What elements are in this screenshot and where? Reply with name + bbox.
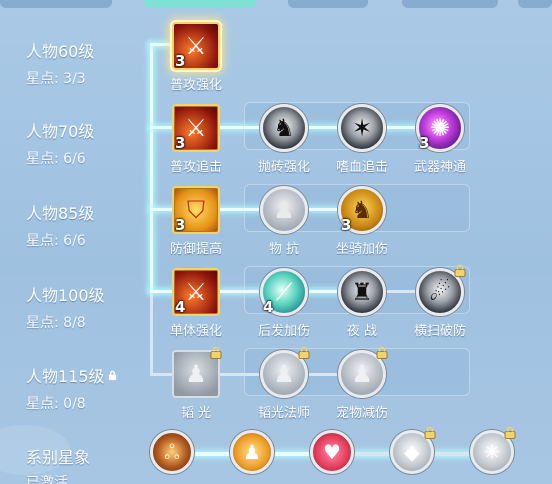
lock-icon — [210, 346, 222, 359]
level-stars: 星点: 6/6 — [26, 233, 86, 249]
skill-count: 3 — [175, 52, 186, 70]
skill-label: 普攻强化 — [169, 78, 222, 93]
figure-glyph: ♟ — [243, 440, 261, 464]
skill-tao-guang[interactable]: ♟ 韬 光 — [157, 346, 235, 421]
skill-physical-resist[interactable]: ♟ 物 抗 — [245, 186, 323, 257]
level-100: 人物100级 星点: 8/8 — [26, 282, 105, 332]
level-title-text: 人物115级 — [26, 367, 105, 386]
skill-label: 武器神通 — [413, 160, 466, 175]
level-stars: 星点: 3/3 — [26, 71, 86, 87]
skill-mount-damage[interactable]: ♞ 3 坐骑加伤 — [323, 186, 401, 257]
skill-pet-damage-reduction[interactable]: ♟ 宠物减伤 — [323, 346, 401, 421]
skill-brick-enhance[interactable]: ♞ 抛砖强化 — [245, 104, 323, 175]
skill-counter-damage[interactable]: ⟋ 4 后发加伤 — [245, 268, 323, 339]
warrior-silhouette-icon: ♞ — [260, 104, 308, 152]
figure-icon: ♟ — [260, 186, 308, 234]
series-node-1[interactable]: ஃ — [150, 430, 194, 474]
lock-icon — [504, 426, 516, 439]
tab-1[interactable] — [0, 0, 112, 8]
heart-icon: ♥ — [310, 430, 354, 474]
warrior-glyph: ♞ — [273, 114, 295, 142]
lock-icon — [424, 426, 436, 439]
series-status: 已激活 — [26, 475, 68, 484]
skill-label: 坐骑加伤 — [335, 242, 388, 257]
skill-sweep-break[interactable]: ☄ 横扫破防 — [401, 264, 479, 339]
skill-weapon-mastery[interactable]: ✺ 3 武器神通 — [401, 104, 479, 175]
tab-3[interactable] — [288, 0, 368, 8]
tab-4[interactable] — [402, 0, 498, 8]
tree-trunk-line-locked — [150, 292, 153, 374]
skill-count: 4 — [263, 298, 274, 316]
series-node-4[interactable]: ◆ — [390, 426, 436, 474]
lock-icon — [376, 346, 388, 359]
series-node-3[interactable]: ♥ — [310, 430, 354, 474]
level-stars: 星点: 8/8 — [26, 315, 86, 331]
skill-label: 抛砖强化 — [257, 160, 310, 175]
skill-label: 韬 光 — [180, 406, 212, 421]
skill-single-target-enhance[interactable]: ⚔ 4 单体强化 — [157, 268, 235, 339]
skill-label: 普攻追击 — [169, 160, 222, 175]
series-row: ஃ ♟ ♥ ◆ ✳ — [146, 426, 526, 478]
skill-count: 3 — [419, 134, 430, 152]
skill-tao-guang-mage[interactable]: ♟ 韬光法师 — [245, 346, 323, 421]
level-115: 人物115级 星点: 0/8 — [26, 363, 118, 413]
skill-count: 3 — [175, 216, 186, 234]
skill-label: 横扫破防 — [413, 324, 466, 339]
skill-night-battle[interactable]: ♜ 夜 战 — [323, 268, 401, 339]
skill-bloodthirst-chase[interactable]: ✶ 嗜血追击 — [323, 104, 401, 175]
tab-5[interactable] — [518, 0, 552, 8]
series-node-5[interactable]: ✳ — [470, 426, 516, 474]
skill-label: 防御提高 — [169, 242, 222, 257]
skill-label: 韬光法师 — [257, 406, 310, 421]
warrior-glyph: ♜ — [351, 278, 373, 306]
level-85: 人物85级 星点: 6/6 — [26, 200, 94, 250]
level-60: 人物60级 星点: 3/3 — [26, 38, 94, 88]
rune-glyph: ஃ — [164, 440, 180, 464]
skill-label: 夜 战 — [346, 324, 378, 339]
lock-icon — [108, 370, 116, 381]
dark-warrior-icon: ♜ — [338, 268, 386, 316]
level-title: 人物100级 — [26, 286, 105, 305]
level-title: 人物115级 — [26, 363, 118, 387]
skill-normal-attack-chase[interactable]: ⚔ 3 普攻追击 — [157, 104, 235, 175]
level-70: 人物70级 星点: 6/6 — [26, 118, 94, 168]
level-stars: 星点: 6/6 — [26, 151, 86, 167]
claw-icon: ✶ — [338, 104, 386, 152]
skill-label: 宠物减伤 — [335, 406, 388, 421]
level-stars: 星点: 0/8 — [26, 396, 86, 412]
lock-icon — [454, 264, 466, 277]
skill-count: 3 — [341, 216, 352, 234]
skill-label: 物 抗 — [268, 242, 300, 257]
skill-label: 嗜血追击 — [335, 160, 388, 175]
lock-icon — [298, 346, 310, 359]
series-title: 系别星象 — [26, 448, 91, 467]
skill-defense-up[interactable]: ⛉ 3 防御提高 — [157, 186, 235, 257]
skill-count: 3 — [175, 134, 186, 152]
claw-glyph: ✶ — [351, 114, 373, 142]
fire-rune-icon: ஃ — [150, 430, 194, 474]
level-title: 人物70级 — [26, 122, 95, 141]
skill-count: 4 — [175, 298, 186, 316]
skill-normal-attack-enhance[interactable]: ⚔ 3 普攻强化 — [157, 22, 235, 93]
figure-glyph: ♟ — [273, 196, 295, 224]
tab-2-active[interactable] — [144, 0, 256, 8]
skill-label: 单体强化 — [169, 324, 222, 339]
level-title: 人物60级 — [26, 42, 95, 61]
golden-figure-icon: ♟ — [230, 430, 274, 474]
level-title: 人物85级 — [26, 204, 95, 223]
tree-trunk-line — [150, 44, 153, 292]
heart-glyph: ♥ — [323, 440, 341, 464]
series-label: 系别星象 已激活 — [26, 444, 90, 484]
series-node-2[interactable]: ♟ — [230, 430, 274, 474]
skill-label: 后发加伤 — [257, 324, 310, 339]
